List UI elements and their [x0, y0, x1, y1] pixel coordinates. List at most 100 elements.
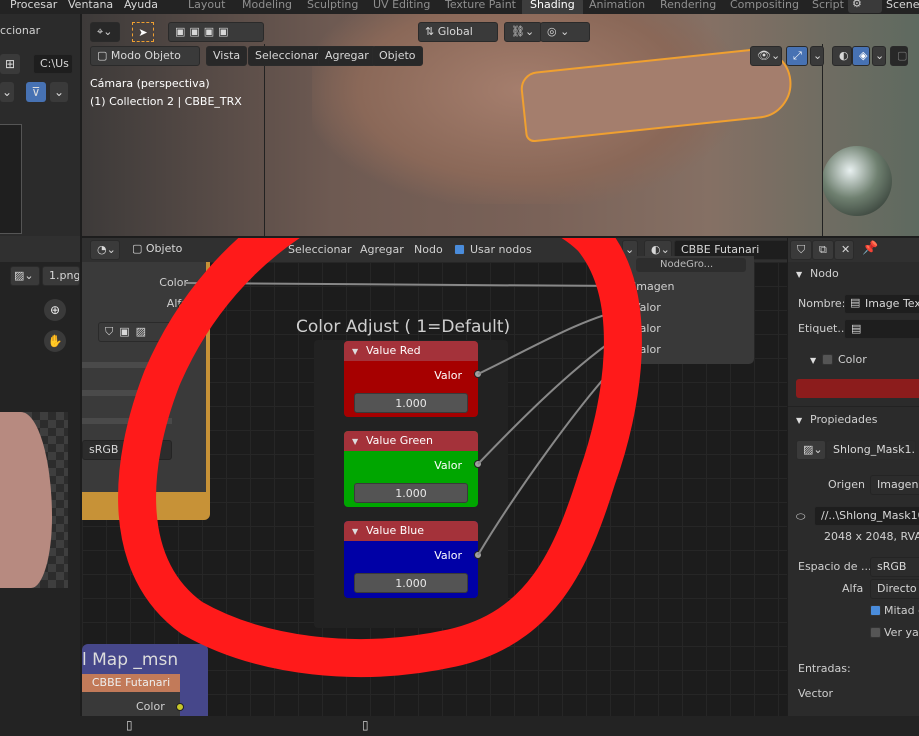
filter-dropdown-icon[interactable]: ⌄	[50, 82, 68, 102]
menu-seleccionar[interactable]: Seleccionar	[248, 46, 326, 66]
mode-dropdown[interactable]: ▢ Modo Objeto	[90, 46, 200, 66]
fake-user-icon[interactable]: ⛉	[790, 240, 812, 260]
filter-icon[interactable]: ⊽	[26, 82, 46, 102]
select-cursor-icon[interactable]: ➤	[132, 22, 154, 42]
overlay-active-icon[interactable]: ◈	[852, 46, 870, 66]
menu-objeto[interactable]: Objeto	[372, 46, 423, 66]
tab-layout[interactable]: Layout	[188, 0, 225, 14]
image-datablock-field[interactable]: Shlong_Mask1...	[826, 440, 916, 460]
object-mode-icon: ▢	[97, 49, 111, 62]
overlay-icon[interactable]: ◐	[832, 46, 852, 66]
color-collapse-icon[interactable]: ▼	[810, 356, 816, 365]
half-float-label: Mitad c	[884, 604, 919, 617]
camera-info: Cámara (perspectiva)	[90, 77, 210, 90]
node-section-title: Nodo	[810, 267, 839, 280]
visibility-icon[interactable]: 👁⌄	[750, 46, 782, 66]
image-editor-header	[0, 236, 80, 262]
file-thumbnail[interactable]	[0, 124, 22, 234]
hdri-preview-sphere	[822, 146, 892, 216]
tab-shading[interactable]: Shading	[522, 0, 583, 14]
link-color-imagen	[185, 282, 631, 287]
orientation-label: Global	[437, 25, 473, 38]
image-type-icon[interactable]: ▨⌄	[10, 266, 40, 286]
gizmo-dropdown-icon[interactable]: ⌄	[810, 46, 824, 66]
menu-ventana[interactable]: Ventana	[68, 0, 113, 11]
mode-label: Modo Objeto	[110, 49, 181, 62]
color-label: Color	[838, 353, 867, 366]
pin-icon[interactable]: 📌	[862, 241, 878, 256]
menu-ayuda[interactable]: Ayuda	[124, 0, 158, 11]
tab-compositing[interactable]: Compositing	[730, 0, 799, 14]
image-editor-panel: ▨⌄ 1.png ⊕ ✋	[0, 236, 80, 716]
node-editor[interactable]: ◔⌄ ▢ Objeto Seleccionar Agregar Nodo Usa…	[82, 238, 787, 716]
path-field[interactable]: C:\Us	[33, 54, 73, 74]
color-checkbox[interactable]	[822, 354, 833, 365]
node-label-field[interactable]: ▤	[844, 319, 919, 339]
file-icon: ⬭	[796, 510, 806, 523]
mouse-left-icon: ▯	[126, 718, 133, 732]
menu-agregar[interactable]: Agregar	[318, 46, 376, 66]
orientation-icon: ⇅	[425, 25, 438, 38]
menu-procesar[interactable]: Procesar	[10, 0, 57, 11]
collection-info: (1) Collection 2 | CBBE_TRX	[90, 95, 242, 108]
tab-modeling[interactable]: Modeling	[242, 0, 292, 14]
filepath-field[interactable]: //..\Shlong_Mask10.	[814, 506, 919, 526]
alpha-dropdown[interactable]: Directo	[870, 579, 919, 599]
tab-texture-paint[interactable]: Texture Paint	[445, 0, 516, 14]
node-links-overlay	[118, 238, 642, 677]
gizmo-icon[interactable]: ⤢	[786, 46, 808, 66]
colorspace-label: Espacio de ...	[798, 560, 872, 573]
camera-frame-line-right	[822, 44, 823, 236]
status-bar: ▯ ▯	[0, 716, 919, 736]
top-menu-bar: Procesar Ventana Ayuda Layout Modeling S…	[0, 0, 919, 14]
divider	[788, 406, 919, 407]
origin-dropdown[interactable]: Imagen f	[870, 475, 919, 495]
properties-header: ⛉ ⧉ ✕ 📌	[788, 238, 919, 262]
tab-uv-editing[interactable]: UV Editing	[373, 0, 430, 14]
image-resolution: 2048 x 2048, RVA	[824, 530, 919, 543]
overlay-dropdown-icon[interactable]: ⌄	[872, 46, 886, 66]
snap-icon[interactable]: ⛓⌄	[504, 22, 542, 42]
name-label: Nombre:	[798, 297, 846, 310]
select-menu-cut[interactable]: ccionar	[0, 24, 40, 37]
tab-sculpting[interactable]: Sculpting	[307, 0, 358, 14]
proportional-edit-icon[interactable]: ◎ ⌄	[540, 22, 590, 42]
texture-preview	[0, 412, 52, 588]
props-collapse-icon[interactable]: ▼	[796, 416, 802, 425]
transform-pivot-icon[interactable]: ⌖⌄	[90, 22, 120, 42]
node-color-swatch[interactable]	[796, 379, 919, 398]
image-browse-icon[interactable]: ▨⌄	[796, 440, 826, 460]
tab-scripting[interactable]: Script	[812, 0, 844, 14]
pan-hand-icon[interactable]: ✋	[44, 330, 66, 352]
tab-animation[interactable]: Animation	[589, 0, 645, 14]
select-mode-icons[interactable]: ▣▣▣▣	[168, 22, 264, 42]
transform-orientation-dropdown[interactable]: ⇅ Global	[418, 22, 498, 42]
panel-collapse-icon[interactable]: ▼	[796, 270, 802, 279]
xray-icon[interactable]: ▢	[890, 46, 908, 66]
half-float-checkbox[interactable]	[870, 605, 881, 616]
scene-selector[interactable]: ⚙	[848, 0, 882, 13]
colorspace-dropdown[interactable]: sRGB	[870, 557, 919, 577]
origin-label: Origen	[828, 478, 865, 491]
image-icon: ▤	[850, 296, 861, 309]
menu-vista[interactable]: Vista	[206, 46, 248, 66]
scene-icon: ⚙	[852, 0, 862, 10]
properties-panel: ⛉ ⧉ ✕ 📌 ▼ Nodo Nombre: Image Text ▤ Etiq…	[788, 238, 919, 716]
new-folder-icon[interactable]: ⊞	[0, 54, 20, 74]
label-label: Etiquet...	[798, 322, 848, 335]
scene-label: Scene	[886, 0, 919, 11]
chevron-down-icon[interactable]: ⌄	[0, 82, 14, 102]
duplicate-icon[interactable]: ⧉	[812, 240, 834, 260]
zoom-icon[interactable]: ⊕	[44, 299, 66, 321]
image-name-field[interactable]: 1.png	[42, 266, 80, 286]
unlink-icon[interactable]: ✕	[834, 240, 854, 260]
mouse-middle-icon: ▯	[362, 718, 369, 732]
alpha-label: Alfa	[842, 582, 864, 595]
tab-rendering[interactable]: Rendering	[660, 0, 716, 14]
view-as-render-label: Ver ya	[884, 626, 919, 639]
viewport-3d[interactable]: ⌖⌄ ➤ ▣▣▣▣ ⇅ Global ⛓⌄ ◎ ⌄ ▢ Modo Objeto …	[82, 14, 919, 236]
view-as-render-checkbox[interactable]	[870, 627, 881, 638]
inputs-label: Entradas:	[798, 662, 851, 675]
image-canvas[interactable]	[0, 412, 68, 588]
file-browser-panel: ccionar ⊞ C:\Us ⌄ ⊽ ⌄	[0, 14, 80, 236]
